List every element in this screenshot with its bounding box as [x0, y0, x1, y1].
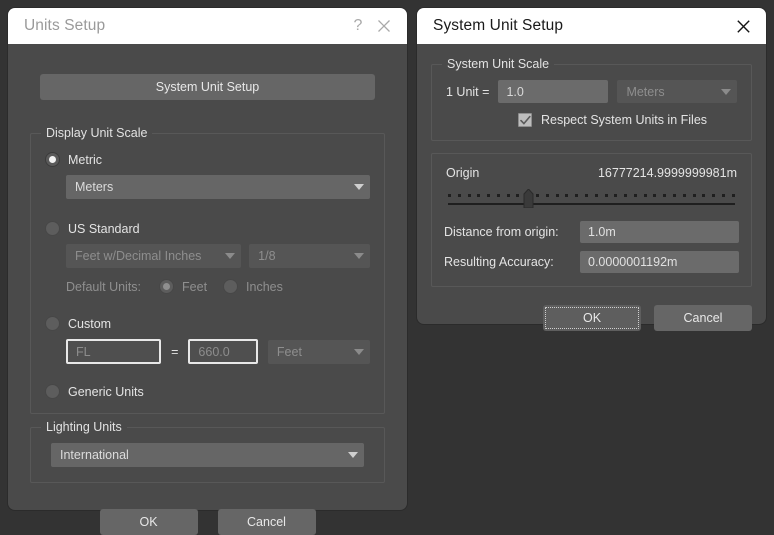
- system-unit-setup-titlebar[interactable]: System Unit Setup: [417, 8, 766, 44]
- us-fraction-combo[interactable]: 1/8: [249, 244, 370, 268]
- slider-thumb[interactable]: [523, 188, 534, 209]
- system-unit-scale-group: System Unit Scale 1 Unit = 1.0 Meters Re…: [431, 57, 752, 141]
- units-setup-dialog: Units Setup ? System Unit Setup Display …: [8, 8, 407, 535]
- origin-label: Origin: [446, 166, 480, 180]
- metric-unit-value: Meters: [75, 180, 114, 194]
- units-setup-title: Units Setup: [24, 17, 106, 34]
- radio-default-inches-label: Inches: [246, 279, 283, 294]
- us-format-combo[interactable]: Feet w/Decimal Inches: [66, 244, 242, 268]
- respect-system-units-checkbox-row[interactable]: Respect System Units in Files: [518, 113, 737, 127]
- chevron-down-icon: [354, 184, 364, 190]
- system-unit-setup-ok-button[interactable]: OK: [543, 305, 641, 331]
- custom-name-value: FL: [76, 344, 91, 359]
- lighting-units-value: International: [60, 448, 129, 462]
- origin-group: Origin 16777214.9999999981m Distance fro…: [431, 153, 752, 287]
- radio-generic-units-indicator[interactable]: [45, 384, 60, 399]
- resulting-accuracy-value: 0.0000001192m: [588, 255, 678, 269]
- radio-us-standard-label: US Standard: [68, 221, 140, 236]
- slider-track[interactable]: [448, 203, 735, 205]
- system-unit-setup-title: System Unit Setup: [433, 17, 564, 34]
- radio-metric[interactable]: Metric: [45, 152, 370, 167]
- distance-from-origin-value-field: 1.0m: [580, 221, 739, 243]
- custom-equals-label: =: [171, 344, 179, 359]
- radio-generic-units-label: Generic Units: [68, 384, 144, 399]
- chevron-down-icon: [721, 88, 731, 95]
- radio-custom-label: Custom: [68, 316, 112, 331]
- slider-ticks: [448, 194, 735, 200]
- lighting-units-combo[interactable]: International: [51, 443, 364, 467]
- help-icon[interactable]: ?: [345, 13, 371, 39]
- display-unit-scale-label: Display Unit Scale: [41, 126, 153, 140]
- one-unit-value: 1.0: [506, 84, 524, 99]
- custom-unit-value: Feet: [276, 344, 302, 359]
- chevron-down-icon: [348, 452, 358, 458]
- radio-custom-indicator[interactable]: [45, 316, 60, 331]
- resulting-accuracy-value-field: 0.0000001192m: [580, 251, 739, 273]
- close-icon[interactable]: [371, 13, 397, 39]
- radio-us-standard[interactable]: US Standard: [45, 221, 370, 236]
- radio-default-inches-indicator[interactable]: [223, 279, 239, 294]
- distance-from-origin-label: Distance from origin:: [444, 225, 559, 239]
- custom-scale-value: 660.0: [198, 344, 230, 359]
- chevron-down-icon: [225, 253, 236, 259]
- us-format-value: Feet w/Decimal Inches: [75, 249, 202, 263]
- system-unit-scale-label: System Unit Scale: [442, 57, 555, 71]
- system-unit-value: Meters: [626, 84, 665, 99]
- units-setup-titlebar[interactable]: Units Setup ?: [8, 8, 407, 44]
- custom-name-input[interactable]: FL: [66, 339, 162, 364]
- us-fraction-value: 1/8: [258, 249, 276, 263]
- radio-us-standard-indicator[interactable]: [45, 221, 60, 236]
- default-units-label: Default Units:: [66, 279, 142, 294]
- resulting-accuracy-label: Resulting Accuracy:: [444, 255, 554, 269]
- system-unit-combo[interactable]: Meters: [617, 80, 737, 103]
- custom-scale-input[interactable]: 660.0: [188, 339, 258, 364]
- respect-system-units-label: Respect System Units in Files: [541, 113, 708, 127]
- radio-metric-label: Metric: [68, 152, 103, 167]
- radio-default-feet-label: Feet: [182, 279, 208, 294]
- metric-unit-combo[interactable]: Meters: [66, 175, 370, 199]
- one-unit-label: 1 Unit =: [446, 84, 490, 99]
- origin-slider[interactable]: [448, 188, 735, 210]
- system-unit-setup-button[interactable]: System Unit Setup: [40, 74, 375, 100]
- system-unit-setup-dialog: System Unit Setup System Unit Scale 1 Un…: [417, 8, 766, 331]
- system-unit-setup-cancel-button[interactable]: Cancel: [654, 305, 752, 331]
- units-setup-ok-button[interactable]: OK: [99, 509, 198, 535]
- units-setup-cancel-button[interactable]: Cancel: [217, 509, 316, 535]
- radio-generic-units[interactable]: Generic Units: [45, 384, 370, 399]
- distance-from-origin-value: 1.0m: [588, 225, 616, 239]
- close-icon[interactable]: [730, 13, 756, 39]
- checkmark-icon[interactable]: [518, 113, 532, 127]
- lighting-units-label: Lighting Units: [41, 420, 127, 434]
- radio-default-feet[interactable]: Feet: [159, 279, 207, 294]
- custom-unit-combo[interactable]: Feet: [267, 339, 370, 364]
- radio-custom[interactable]: Custom: [45, 316, 370, 331]
- display-unit-scale-group: Display Unit Scale Metric Meters US Stan…: [30, 126, 385, 414]
- chevron-down-icon: [353, 348, 364, 355]
- radio-metric-indicator[interactable]: [45, 152, 60, 167]
- radio-default-feet-indicator[interactable]: [159, 279, 175, 294]
- origin-value: 16777214.9999999981m: [597, 166, 737, 180]
- lighting-units-group: Lighting Units International: [30, 420, 385, 483]
- chevron-down-icon: [354, 253, 364, 259]
- radio-default-inches[interactable]: Inches: [223, 279, 283, 294]
- one-unit-input[interactable]: 1.0: [498, 80, 609, 103]
